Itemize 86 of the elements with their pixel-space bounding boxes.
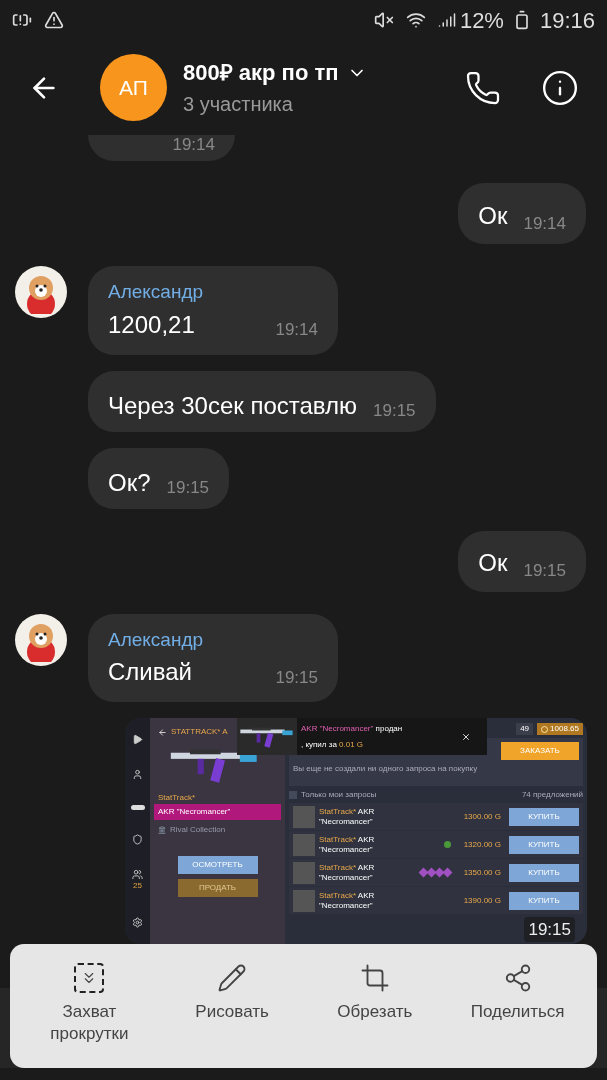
battery-percent: 12%	[459, 6, 504, 35]
info-icon[interactable]	[541, 68, 579, 107]
checkbox[interactable]	[289, 791, 297, 799]
message-text: Ок?	[108, 467, 151, 498]
friends-count: 25	[133, 880, 142, 893]
listing-price: 1300.00 G	[462, 810, 501, 823]
collection-icon	[158, 826, 166, 834]
offers-count: 74 предложений	[521, 789, 583, 801]
scroll-capture-icon	[74, 963, 105, 993]
pencil-icon	[217, 963, 248, 993]
listing-name: StatTrack* AKR	[319, 890, 376, 901]
people-icon[interactable]	[132, 869, 143, 881]
gem-sticker-icon	[434, 867, 445, 878]
message-time: 19:14	[275, 319, 318, 341]
empty-note: Вы еще не создали ни одного запроса на покупку	[293, 763, 479, 775]
message-bubble[interactable]: Ок? 19:15	[88, 447, 230, 509]
listing-name: StatTrack* AKR	[319, 806, 376, 817]
toast-detail: , купил за 0.01 G	[301, 738, 365, 751]
message-time: 19:14	[523, 212, 566, 235]
clock: 19:16	[539, 6, 595, 35]
message-time: 19:15	[524, 916, 575, 942]
message-time: 19:15	[373, 400, 416, 422]
listing-subname: "Necromancer"	[319, 872, 374, 883]
sender-name[interactable]: Александр	[108, 278, 260, 307]
message-bubble[interactable]: Александр Сливай 19:15	[88, 613, 338, 702]
user-avatar[interactable]	[15, 613, 67, 666]
listing-price: 1390.00 G	[462, 894, 501, 907]
crop-icon	[359, 963, 390, 993]
listing-price: 1320.00 G	[462, 838, 501, 851]
filter-label: Только мои запросы	[301, 789, 377, 801]
seller-avatar	[293, 805, 315, 828]
gem-sticker-icon	[442, 867, 453, 878]
sender-name[interactable]: Александр	[108, 625, 260, 654]
toolbar-button[interactable]: Поделиться	[452, 951, 583, 1061]
chat-title[interactable]: 800₽ акр по тп	[183, 56, 339, 89]
seller-avatar	[293, 861, 315, 884]
gem-sticker-icon	[418, 867, 429, 878]
settings-icon[interactable]	[132, 916, 143, 928]
person-icon[interactable]	[132, 769, 143, 781]
toast-title: AKR "Necromancer" продан	[301, 722, 404, 735]
play-icon[interactable]	[132, 734, 143, 746]
toolbar-button[interactable]: Обрезать	[309, 951, 440, 1061]
seller-avatar	[293, 833, 315, 856]
balance-field[interactable]: 1008.65	[537, 723, 583, 735]
signal-icon	[437, 11, 456, 29]
message-bubble[interactable]: Александр 1200,21 19:14	[88, 266, 338, 355]
message-text: Через 30сек поставлю	[108, 390, 357, 421]
participants-count: 3 участника	[183, 92, 294, 117]
shield-icon[interactable]	[132, 834, 143, 846]
user-avatar[interactable]	[15, 266, 67, 318]
message-time: 19:15	[275, 666, 318, 689]
shared-screenshot[interactable]	[125, 718, 587, 944]
toolbar-button[interactable]: Рисовать	[167, 951, 298, 1061]
listing-name: StatTrack* AKR	[319, 834, 376, 845]
listing-subname: "Necromancer"	[319, 900, 374, 911]
message-bubble[interactable]: Ок 19:15	[458, 530, 586, 592]
collection-name: Rival Collection	[170, 824, 226, 836]
message-time: 19:15	[166, 477, 210, 499]
item-name: AKR "Necromancer"	[154, 804, 281, 820]
message-bubble[interactable]: Ок 19:14	[458, 183, 586, 244]
balance-amount: 1008.65	[550, 723, 579, 735]
close-icon[interactable]	[461, 731, 471, 742]
sell-button[interactable]: ПРОДАТЬ	[177, 879, 258, 897]
message-text: Сливай	[108, 657, 193, 687]
message-text: 1200,21	[108, 309, 196, 340]
currency-field: 49	[516, 723, 534, 735]
back-icon[interactable]	[158, 727, 167, 737]
message-time: 19:14	[172, 133, 215, 156]
message-text: Ок	[478, 200, 508, 231]
gem-sticker-icon	[426, 867, 437, 878]
message-time: 19:15	[523, 560, 566, 582]
warning-icon	[44, 10, 64, 30]
message-bubble[interactable]: 19:14	[88, 133, 235, 161]
seller-avatar	[293, 889, 315, 912]
listing-name: StatTrack* AKR	[319, 862, 376, 873]
listing-subname: "Necromancer"	[319, 816, 374, 827]
message-text: Ок	[478, 548, 508, 578]
phone-icon[interactable]	[465, 69, 501, 106]
toolbar-button[interactable]: Захват прокрутки	[24, 951, 155, 1061]
mute-icon	[373, 10, 394, 30]
stattrack-label: StatTrack*	[158, 792, 197, 804]
listing-price: 1350.00 G	[462, 866, 501, 879]
listing-subname: "Necromancer"	[319, 844, 374, 855]
message-bubble[interactable]: Через 30сек поставлю 19:15	[88, 370, 436, 432]
wifi-icon	[405, 10, 426, 30]
item-title: STATTRACK* A	[171, 726, 228, 738]
